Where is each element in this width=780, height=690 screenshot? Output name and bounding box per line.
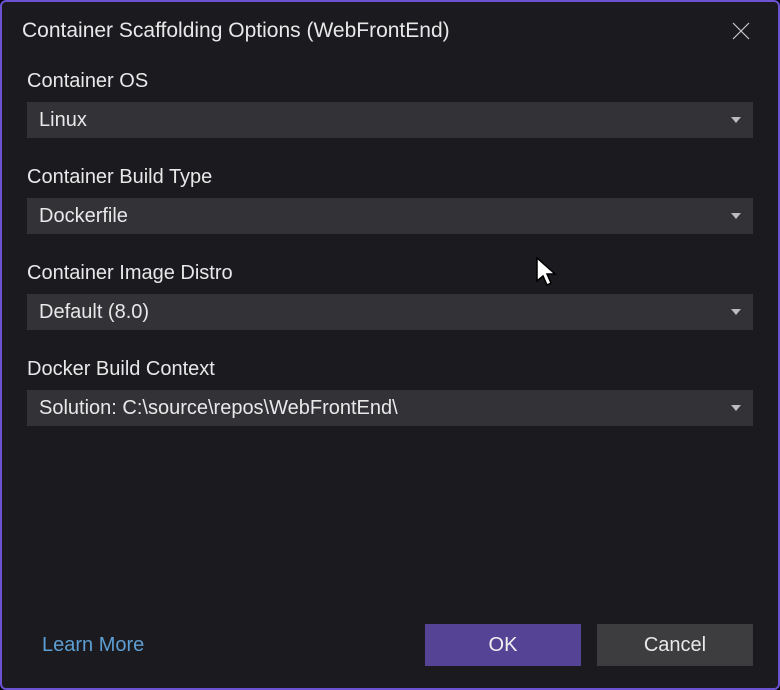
docker-build-context-field: Docker Build Context Solution: C:\source…: [27, 358, 753, 426]
container-build-type-dropdown[interactable]: Dockerfile: [27, 198, 753, 234]
close-button[interactable]: [724, 16, 758, 46]
container-build-type-value: Dockerfile: [39, 205, 128, 228]
ok-button[interactable]: OK: [425, 624, 581, 666]
container-build-type-label: Container Build Type: [27, 166, 753, 189]
cancel-button[interactable]: Cancel: [597, 624, 753, 666]
docker-build-context-label: Docker Build Context: [27, 358, 753, 381]
learn-more-link[interactable]: Learn More: [42, 634, 144, 657]
container-image-distro-dropdown[interactable]: Default (8.0): [27, 294, 753, 330]
chevron-down-icon: [731, 117, 741, 123]
titlebar: Container Scaffolding Options (WebFrontE…: [2, 2, 778, 66]
container-build-type-field: Container Build Type Dockerfile: [27, 166, 753, 234]
container-os-dropdown[interactable]: Linux: [27, 102, 753, 138]
container-os-field: Container OS Linux: [27, 70, 753, 138]
dialog-footer: Learn More OK Cancel: [2, 624, 778, 688]
dialog-title: Container Scaffolding Options (WebFrontE…: [22, 19, 450, 43]
container-image-distro-value: Default (8.0): [39, 301, 149, 324]
container-os-label: Container OS: [27, 70, 753, 93]
button-group: OK Cancel: [425, 624, 753, 666]
docker-build-context-dropdown[interactable]: Solution: C:\source\repos\WebFrontEnd\: [27, 390, 753, 426]
dialog-content: Container OS Linux Container Build Type …: [2, 66, 778, 624]
chevron-down-icon: [731, 213, 741, 219]
chevron-down-icon: [731, 309, 741, 315]
container-scaffolding-dialog: Container Scaffolding Options (WebFrontE…: [0, 0, 780, 690]
chevron-down-icon: [731, 405, 741, 411]
container-image-distro-label: Container Image Distro: [27, 262, 753, 285]
container-os-value: Linux: [39, 109, 87, 132]
container-image-distro-field: Container Image Distro Default (8.0): [27, 262, 753, 330]
close-icon: [732, 22, 750, 40]
docker-build-context-value: Solution: C:\source\repos\WebFrontEnd\: [39, 397, 398, 420]
